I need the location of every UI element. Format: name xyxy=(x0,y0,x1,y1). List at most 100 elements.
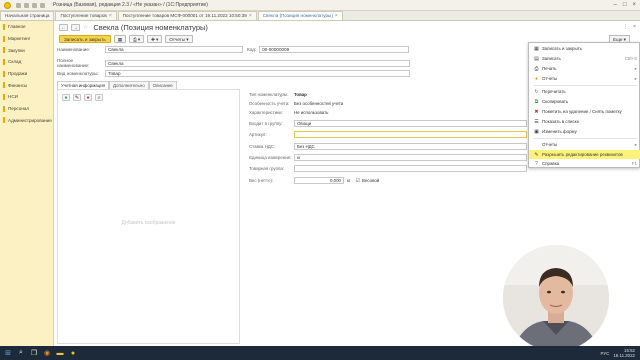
form-toolbar: Записать и закрыть ▦ ⎙ ▾ ✚ ▾ Отчеты ▾ xyxy=(59,35,193,43)
folder-icon[interactable]: ▬ xyxy=(55,348,65,358)
unit-row: Единица измерения: кг xyxy=(249,154,527,161)
close-icon[interactable]: × xyxy=(109,12,112,20)
task-view-icon[interactable]: ❐ xyxy=(29,348,39,358)
tab-additional[interactable]: Дополнительно xyxy=(109,81,149,89)
goods-group-field[interactable] xyxy=(294,165,527,172)
back-button[interactable]: ← xyxy=(59,24,68,31)
menu-icon[interactable] xyxy=(16,2,21,8)
save-close-button[interactable]: Записать и закрыть xyxy=(59,35,111,43)
form-title: Свекла (Позиция номенклатуры) xyxy=(93,23,208,32)
sidebar-item-main[interactable]: Главное xyxy=(0,21,53,33)
maximize-icon[interactable]: □ xyxy=(623,2,627,8)
history-icon[interactable] xyxy=(24,2,29,8)
browser-icon[interactable]: ◉ xyxy=(42,348,52,358)
menu-item-save-close[interactable]: ▦ Записать и закрыть xyxy=(529,44,640,53)
minimize-icon[interactable]: – xyxy=(614,2,617,8)
tab-home[interactable]: Начальная страница xyxy=(0,11,55,20)
start-icon[interactable]: ⊞ xyxy=(3,348,13,358)
name-field[interactable]: Свекла xyxy=(105,46,243,53)
sidebar-item-label: Финансы xyxy=(8,82,28,88)
sidebar-item-nsi[interactable]: НСИ xyxy=(0,91,53,103)
fullname-field[interactable]: Свекла xyxy=(105,59,410,67)
window-controls: – □ × xyxy=(614,2,636,8)
reports-button[interactable]: Отчеты ▾ xyxy=(165,35,193,43)
article-field[interactable] xyxy=(294,131,527,138)
language-indicator[interactable]: РУС xyxy=(601,351,610,356)
search-icon[interactable]: ⌕ xyxy=(16,348,26,358)
attach-image-button[interactable]: ⌕ xyxy=(95,94,103,101)
menu-item-print[interactable]: ⎙ Печать ▸ xyxy=(529,64,640,73)
kind-field[interactable]: Товар xyxy=(105,70,410,77)
save-button[interactable]: ▦ xyxy=(113,35,127,43)
sidebar-item-label: Склад xyxy=(8,59,22,65)
forward-button[interactable]: → xyxy=(71,24,80,31)
sidebar-item-admin[interactable]: Администрирование xyxy=(0,115,53,127)
sidebar-item-sales[interactable]: Продажи xyxy=(0,68,53,80)
chars-value[interactable]: Не использовать xyxy=(294,110,328,115)
copy-icon: ⧉ xyxy=(534,98,539,105)
code-field[interactable]: 00-00000009 xyxy=(259,46,410,53)
favorite-star-icon[interactable]: ☆ xyxy=(83,24,88,31)
onec-app-icon[interactable]: ● xyxy=(68,348,78,358)
weight-field[interactable]: 0,000 xyxy=(294,177,344,184)
menu-item-unlock-edit[interactable]: ✎ Разрешить редактирование реквизитов xyxy=(529,150,640,159)
name-label: Наименование: xyxy=(57,47,91,52)
sections-sidebar: Главное Маркетинг Закупки Склад Продажи … xyxy=(0,21,54,346)
delete-image-button[interactable]: ● xyxy=(84,94,92,101)
sidebar-item-finance[interactable]: Финансы xyxy=(0,79,53,91)
paperclip-icon: ⌕ xyxy=(97,94,101,101)
delete-mark-icon: ✖ xyxy=(534,108,539,115)
article-row: Артикул: xyxy=(249,131,527,138)
create-based-button[interactable]: ✚ ▾ xyxy=(147,35,163,43)
menu-item-reports[interactable]: ● Отчеты ▸ xyxy=(529,74,640,83)
chevron-right-icon: ▸ xyxy=(634,65,637,71)
tab-accounting[interactable]: Учетная информация xyxy=(57,81,110,89)
favorites-icon[interactable] xyxy=(32,2,37,8)
add-image-button[interactable]: ● xyxy=(62,94,70,101)
image-placeholder[interactable]: Добавить изображение xyxy=(58,220,239,226)
sidebar-item-marketing[interactable]: Маркетинг xyxy=(0,33,53,45)
chars-label: Характеристики: xyxy=(249,110,283,115)
fullname-label: Полное наименование: xyxy=(57,58,90,68)
close-icon[interactable]: × xyxy=(335,12,338,20)
menu-item-reports-2[interactable]: Отчеты ▸ xyxy=(529,140,640,149)
sidebar-item-purchases[interactable]: Закупки xyxy=(0,44,53,56)
sidebar-item-personnel[interactable]: Персонал xyxy=(0,103,53,115)
unit-label: Единица измерения: xyxy=(249,155,292,160)
help-icon: ? xyxy=(535,160,538,167)
menu-item-mark-delete[interactable]: ✖ Пометить на удаление / Снять пометку xyxy=(529,107,640,116)
print-button[interactable]: ⎙ ▾ xyxy=(129,35,145,43)
menu-item-help[interactable]: ? Справка F1 xyxy=(529,159,640,168)
vat-field[interactable]: Без НДС xyxy=(294,143,527,150)
close-icon[interactable]: × xyxy=(249,12,252,20)
edit-image-button[interactable]: ✎ xyxy=(73,94,81,101)
link-icon[interactable]: ⋮ xyxy=(623,24,628,30)
feature-value[interactable]: Без особенностей учета xyxy=(294,101,343,106)
weight-row: Вес (нетто): 0,000 кг ☑ Весовой xyxy=(249,177,379,184)
close-icon[interactable]: × xyxy=(633,24,636,30)
close-icon[interactable]: × xyxy=(632,2,636,8)
menu-item-save[interactable]: ▤ Записать Ctrl+S xyxy=(529,54,640,63)
tab-receipt-doc[interactable]: Поступление товаров МСФ-000001 от 19.11.… xyxy=(117,11,257,20)
type-value: Товар xyxy=(294,92,307,97)
section-marker xyxy=(3,23,5,30)
unit-field[interactable]: кг xyxy=(294,154,527,161)
clock[interactable]: 15:52 19.11.2022 xyxy=(613,348,635,358)
menu-item-reread[interactable]: ↻ Перечитать xyxy=(529,87,640,96)
section-marker xyxy=(3,82,5,89)
sidebar-item-label: Администрирование xyxy=(8,117,52,123)
print-icon: ⎙ xyxy=(133,36,137,42)
sidebar-item-label: Закупки xyxy=(8,47,25,53)
tab-item-card[interactable]: Свекла (Позиция номенклатуры) × xyxy=(257,11,343,20)
menu-item-edit-form[interactable]: ▣ Изменить форму xyxy=(529,127,640,136)
menu-item-show-list[interactable]: ☰ Показать в списке xyxy=(529,117,640,126)
menu-item-copy[interactable]: ⧉ Скопировать xyxy=(529,97,640,106)
sidebar-item-warehouse[interactable]: Склад xyxy=(0,56,53,68)
checkbox-icon[interactable]: ☑ xyxy=(356,178,360,184)
section-marker xyxy=(3,117,5,124)
search-icon[interactable] xyxy=(40,2,45,8)
tab-description[interactable]: Описание xyxy=(148,81,177,89)
tab-receipts[interactable]: Поступление товаров × xyxy=(55,11,117,20)
group-field[interactable]: Овощи xyxy=(294,120,527,127)
sidebar-item-label: НСИ xyxy=(8,94,18,100)
